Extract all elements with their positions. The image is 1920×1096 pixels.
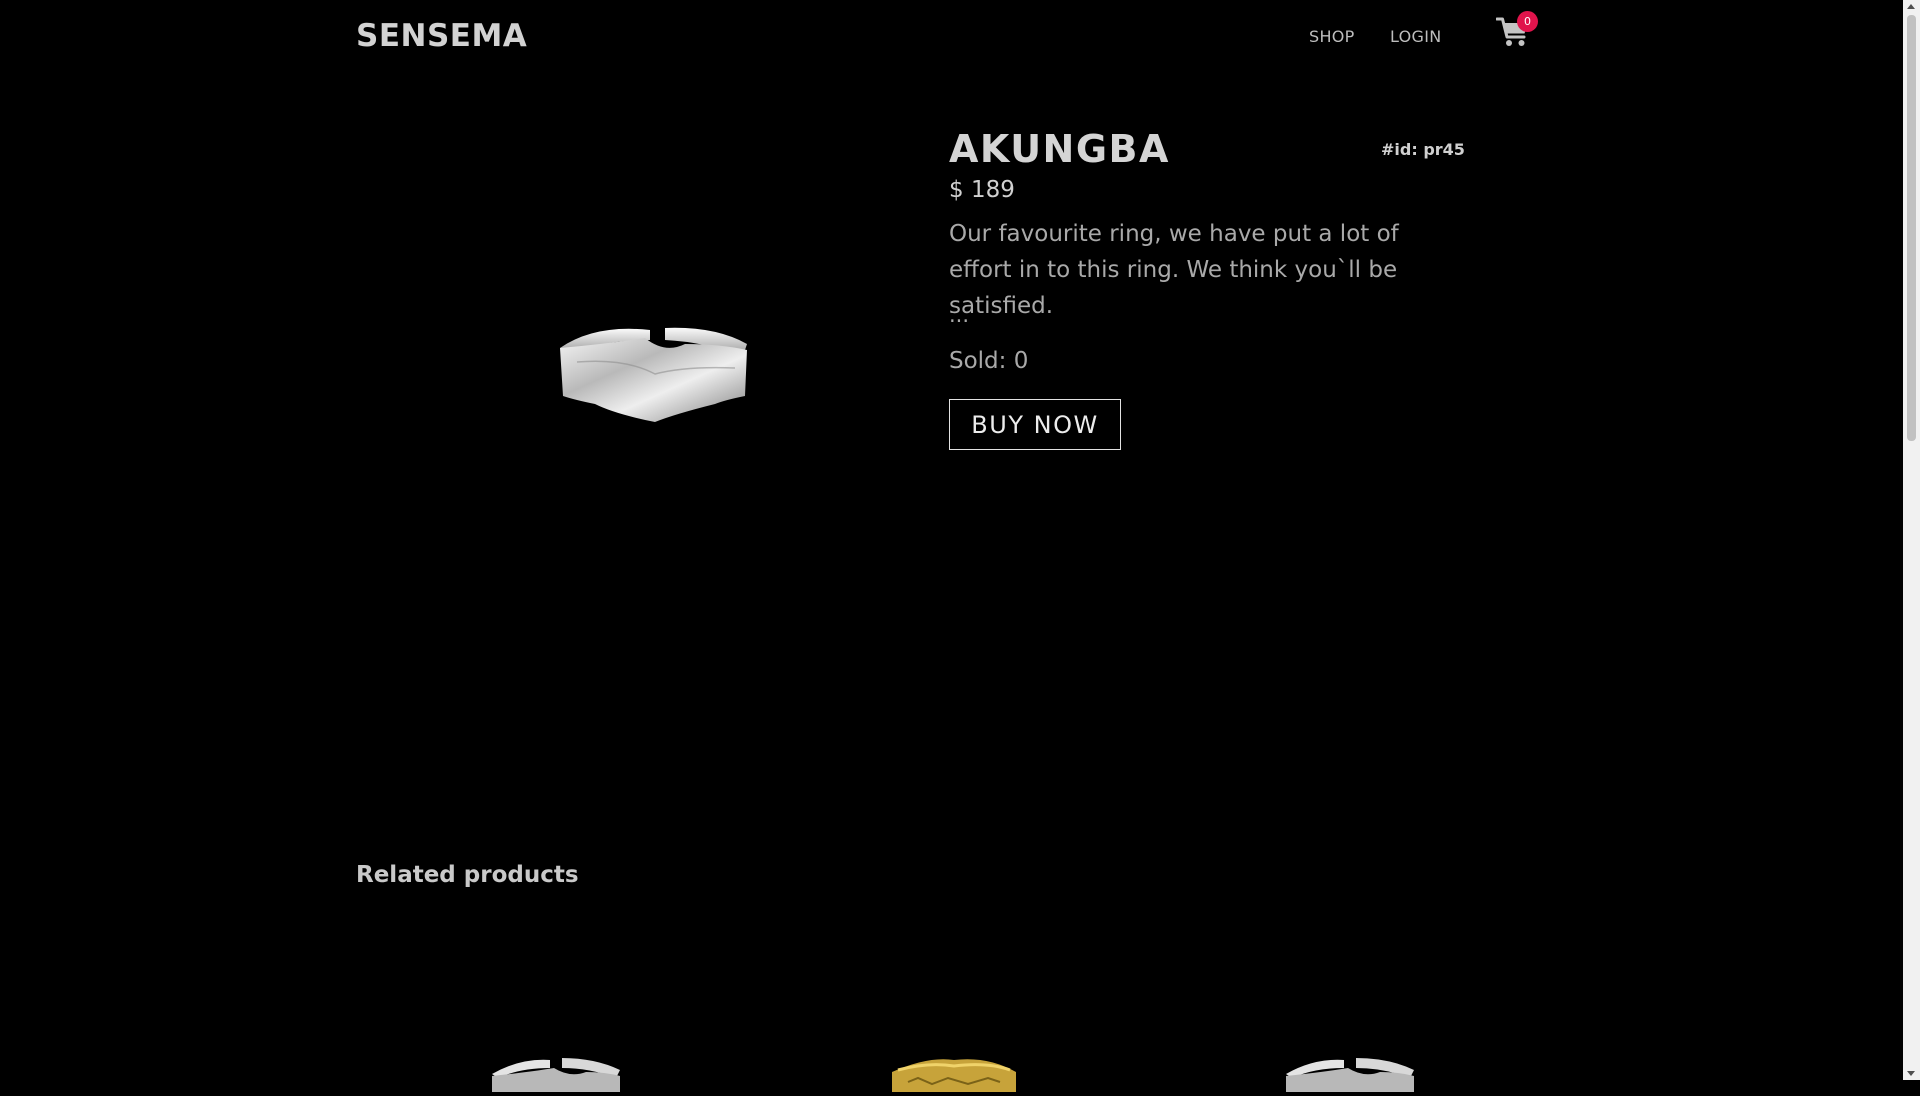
- product-price: $ 189: [949, 177, 1015, 203]
- product-description: Our favourite ring, we have put a lot of…: [949, 221, 1399, 319]
- sold-count: Sold: 0: [949, 348, 1029, 374]
- buy-now-button[interactable]: BUY NOW: [949, 399, 1121, 450]
- description-more: ...: [949, 303, 970, 327]
- scroll-down-arrow-icon[interactable]: [1907, 1071, 1915, 1076]
- page-scrollbar[interactable]: [1903, 0, 1920, 1080]
- related-product-item[interactable]: [888, 1052, 1020, 1092]
- related-product-image: [892, 1059, 1016, 1092]
- related-product-item[interactable]: [1284, 1052, 1416, 1092]
- product-image: [555, 318, 752, 423]
- nav-login-link[interactable]: LOGIN: [1390, 27, 1442, 46]
- cart-count-badge: 0: [1517, 11, 1538, 32]
- nav-shop-link[interactable]: SHOP: [1309, 27, 1355, 46]
- related-product-item[interactable]: [490, 1052, 622, 1092]
- related-product-image: [1286, 1058, 1414, 1092]
- scroll-up-arrow-icon[interactable]: [1907, 4, 1915, 9]
- product-title: AKUNGBA: [949, 127, 1170, 171]
- related-products-heading: Related products: [356, 862, 579, 888]
- related-product-image: [492, 1058, 620, 1092]
- scrollbar-thumb[interactable]: [1907, 15, 1916, 441]
- brand-logo[interactable]: SENSEMA: [356, 18, 527, 54]
- product-id-label: #id: pr45: [1381, 140, 1465, 159]
